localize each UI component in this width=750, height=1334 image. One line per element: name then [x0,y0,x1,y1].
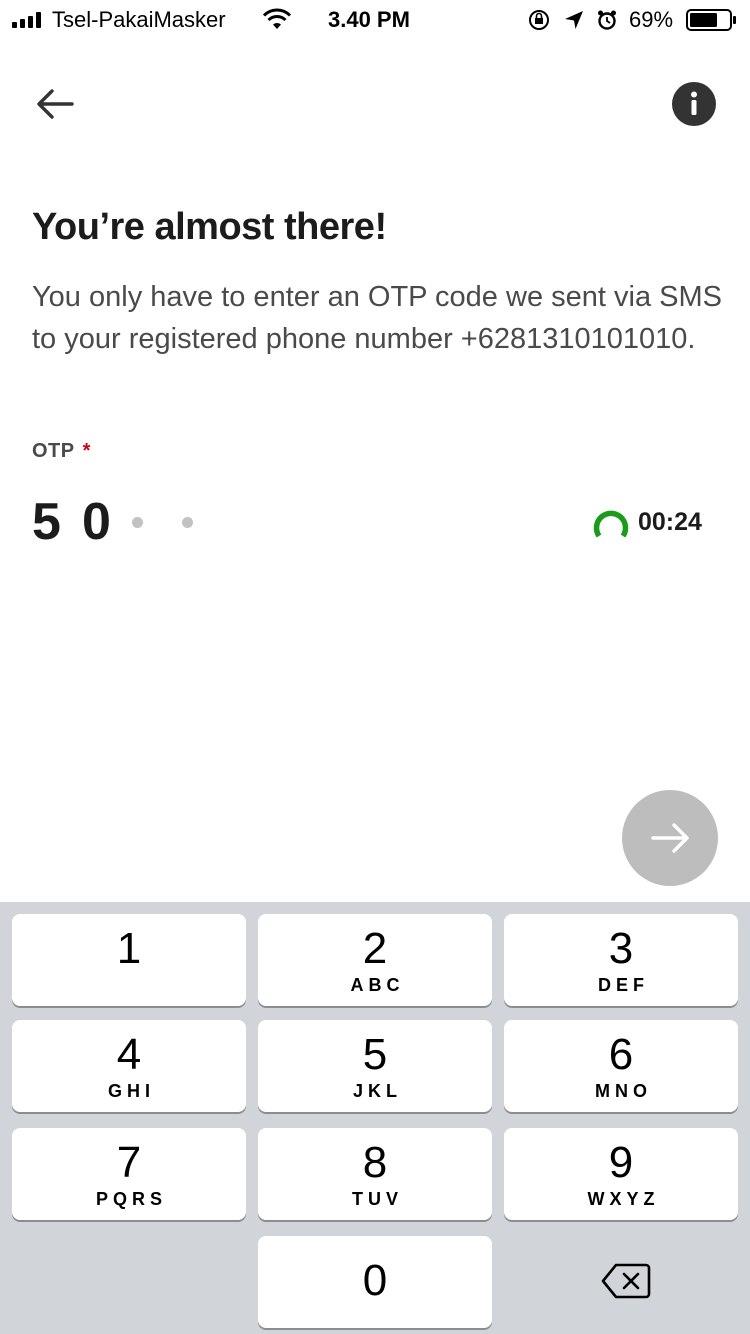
key-letters: PQRS [95,1189,167,1209]
status-icons-group [529,10,616,30]
otp-input[interactable]: 5 0 [32,490,232,554]
numeric-keypad: 1 2 ABC 3 DEF 4 GHI 5 JKL 6 MNO 7 PQRS 8… [0,902,750,1334]
info-icon [691,91,697,115]
otp-digit: 5 [32,493,61,551]
delete-key[interactable] [600,1262,652,1300]
signal-icon [12,12,46,28]
countdown-ring-icon [593,510,629,538]
otp-empty-slot [182,517,193,528]
key-number: 7 [116,1138,142,1187]
next-button[interactable] [622,790,718,886]
key-2[interactable]: 2 ABC [258,914,492,1006]
wifi-icon [262,8,292,29]
key-0[interactable]: 0 [258,1236,492,1328]
battery-percent: 69% [629,7,674,32]
info-button[interactable] [672,82,716,126]
back-button[interactable] [30,82,82,126]
arrow-right-icon [651,823,689,853]
orientation-lock-icon [529,10,549,30]
key-5[interactable]: 5 JKL [258,1020,492,1112]
key-number: 8 [362,1138,388,1187]
status-time: 3.40 PM [328,7,410,32]
otp-digit: 0 [82,493,111,551]
status-bar: Tsel-PakaiMasker 3.40 PM 69% [0,0,750,40]
key-1[interactable]: 1 [12,914,246,1006]
key-4[interactable]: 4 GHI [12,1020,246,1112]
key-letters: ABC [350,975,405,995]
otp-label: OTP * [32,440,91,463]
key-letters: DEF [598,975,649,995]
key-3[interactable]: 3 DEF [504,914,738,1006]
key-number: 0 [362,1256,388,1305]
arrow-left-icon [37,89,74,119]
key-number: 4 [116,1030,142,1079]
key-number: 1 [116,924,142,973]
otp-label-text: OTP [32,440,75,462]
key-letters: MNO [595,1081,652,1101]
key-number: 9 [608,1138,634,1187]
key-letters: WXYZ [587,1189,660,1209]
key-number: 2 [362,924,388,973]
key-letters: JKL [352,1081,402,1101]
carrier-name: Tsel-PakaiMasker [52,7,226,32]
location-arrow-icon [565,11,583,29]
key-number: 5 [362,1030,388,1079]
alarm-icon [598,10,616,30]
otp-empty-slot [132,517,143,528]
key-letters: GHI [107,1081,155,1101]
page-title: You’re almost there! [32,206,387,248]
key-letters: TUV [352,1189,403,1209]
key-8[interactable]: 8 TUV [258,1128,492,1220]
key-7[interactable]: 7 PQRS [12,1128,246,1220]
battery-icon [686,9,736,31]
key-number: 3 [608,924,634,973]
backspace-icon [601,1263,651,1299]
key-6[interactable]: 6 MNO [504,1020,738,1112]
required-asterisk: * [82,440,91,462]
key-number: 6 [608,1030,634,1079]
otp-instructions: You only have to enter an OTP code we se… [32,281,722,355]
countdown-timer: 00:24 [638,508,702,536]
key-9[interactable]: 9 WXYZ [504,1128,738,1220]
